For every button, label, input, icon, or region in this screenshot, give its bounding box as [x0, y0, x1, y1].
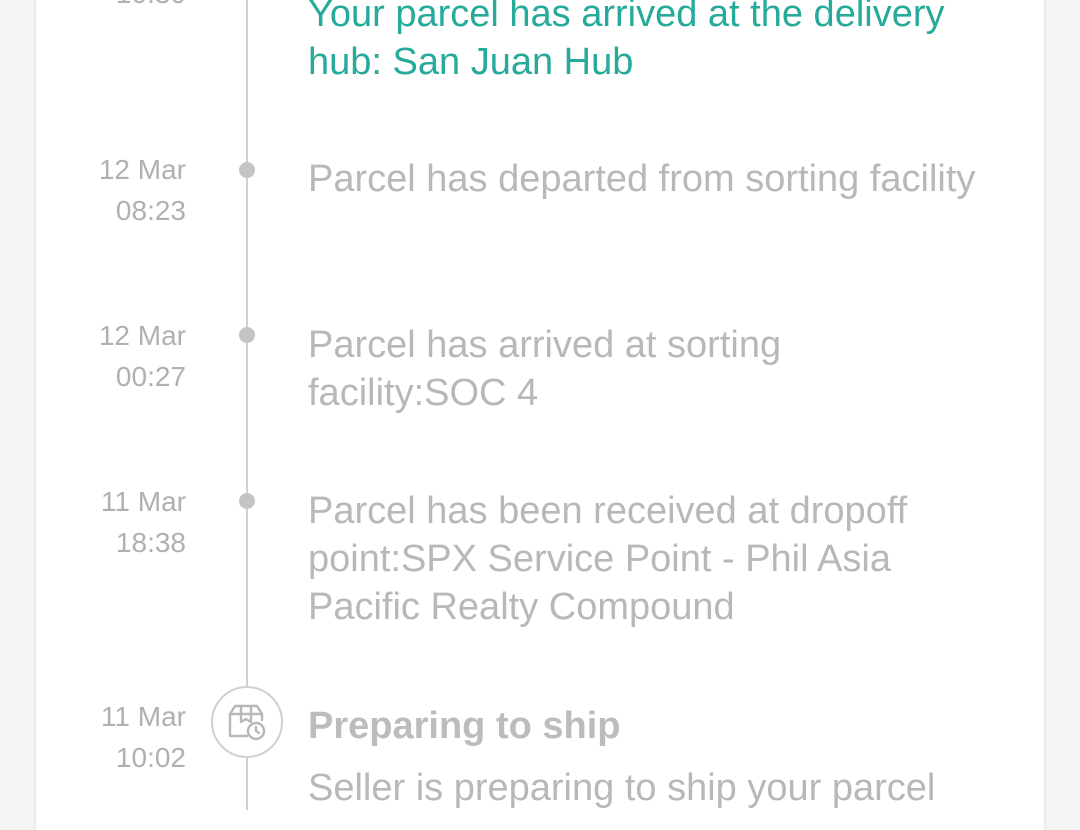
- event-description: Your parcel has arrived at the delivery …: [308, 0, 945, 83]
- event-description: Seller is preparing to ship your parcel: [308, 767, 936, 809]
- event-date: 11 Mar: [100, 486, 186, 517]
- event-description: Parcel has arrived at sorting facility:S…: [308, 324, 782, 414]
- event-description: Parcel has been received at dropoff poin…: [308, 490, 908, 628]
- package-clock-icon: [211, 686, 283, 758]
- event-time: 18:38: [115, 527, 186, 558]
- timeline-dot: [239, 327, 255, 343]
- event-date: 11 Mar: [100, 701, 186, 732]
- event-title: Preparing to ship: [308, 705, 621, 747]
- event-time: 10:02: [115, 742, 186, 773]
- event-time: 10:30: [0, 0, 186, 14]
- timeline-dot: [239, 162, 255, 178]
- event-date: 12 Mar: [98, 154, 186, 185]
- event-time: 08:23: [115, 195, 186, 226]
- timeline-dot: [239, 493, 255, 509]
- event-description: Parcel has departed from sorting facilit…: [308, 158, 976, 200]
- event-date: 12 Mar: [98, 320, 186, 351]
- event-time: 00:27: [115, 361, 186, 392]
